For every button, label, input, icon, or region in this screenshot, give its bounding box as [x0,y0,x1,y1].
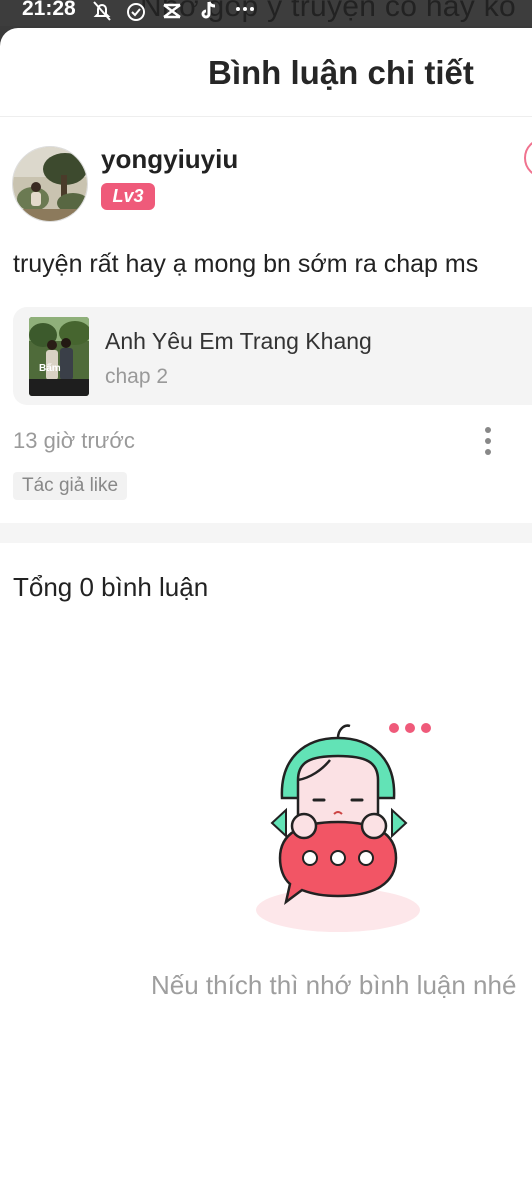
author-like-badge: Tác giả like [13,472,128,500]
alarm-icon [127,3,145,21]
empty-state-mascot-icon [256,723,431,932]
status-bar: Nhờ góp ý truyện có hay ko 21:28 [0,0,532,26]
more-dot-icon [485,449,491,455]
level-badge: Lv3 [101,183,155,210]
status-time: 21:28 [22,0,76,20]
comment-text: truyện rất hay ạ mong bn sớm ra chap ms [13,250,479,278]
more-options-button[interactable] [477,424,499,458]
tiktok-icon [201,1,216,19]
story-title: Anh Yêu Em Trang Khang [105,328,372,354]
avatar[interactable] [12,146,88,222]
story-thumbnail-label: Bấm [39,363,61,374]
username[interactable]: yongyiuyiu [101,144,238,175]
empty-state-message: Nếu thích thì nhớ bình luận nhé [151,970,517,1000]
story-thumbnail: Bấm [29,317,89,396]
avatar-photo [13,147,87,221]
comment-timestamp: 13 giờ trước [13,428,135,453]
header: Bình luận chi tiết [0,28,532,117]
more-dots-icon [236,7,254,11]
bell-off-icon [93,1,111,21]
section-divider [0,523,532,543]
total-comments-label: Tổng 0 bình luận [13,572,209,602]
more-dot-icon [485,438,491,444]
story-chapter: chap 2 [105,365,169,388]
capcut-icon [163,3,181,19]
page-title: Bình luận chi tiết [208,54,474,91]
story-card[interactable]: Bấm Anh Yêu Em Trang Khang chap 2 [13,307,532,405]
more-dot-icon [485,427,491,433]
comment-detail-sheet: Bình luận chi tiết yongyiuyiu Lv3 truyện… [0,28,532,1183]
follow-button[interactable] [524,138,532,178]
